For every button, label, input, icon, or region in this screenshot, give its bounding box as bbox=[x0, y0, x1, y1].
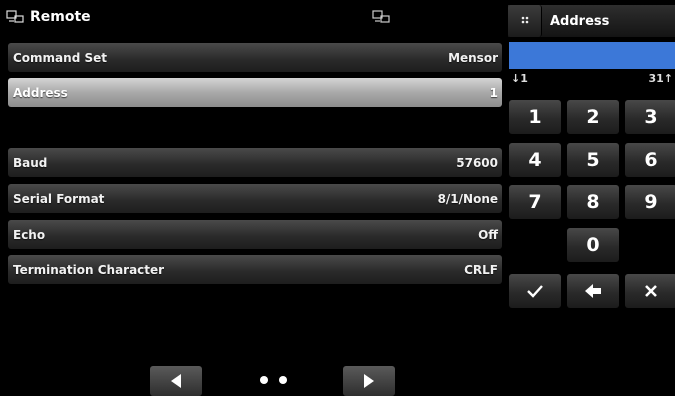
arrow-right-icon bbox=[364, 374, 374, 388]
checkmark-icon bbox=[527, 285, 543, 298]
key-7[interactable]: 7 bbox=[509, 185, 561, 219]
setting-row-address[interactable]: Address 1 bbox=[8, 78, 502, 107]
key-4[interactable]: 4 bbox=[509, 143, 561, 177]
setting-value: Off bbox=[478, 227, 498, 242]
setting-row-termination-character[interactable]: Termination Character CRLF bbox=[8, 255, 502, 284]
keypad-max: 31↑ bbox=[648, 72, 673, 85]
keypad-header: Address bbox=[508, 5, 675, 37]
back-arrow-icon bbox=[585, 284, 601, 298]
key-1[interactable]: 1 bbox=[509, 100, 561, 134]
page-title-text: Remote bbox=[30, 9, 91, 25]
key-3[interactable]: 3 bbox=[625, 100, 675, 134]
page-indicator-dot bbox=[260, 376, 268, 384]
keypad-min: ↓1 bbox=[511, 72, 528, 85]
setting-value: CRLF bbox=[464, 262, 498, 277]
setting-label: Command Set bbox=[13, 50, 107, 65]
arrow-left-icon bbox=[171, 374, 181, 388]
key-2[interactable]: 2 bbox=[567, 100, 619, 134]
drag-grip-icon[interactable] bbox=[508, 5, 542, 37]
remote-icon bbox=[6, 10, 24, 23]
key-0[interactable]: 0 bbox=[567, 228, 619, 262]
keypad-title: Address bbox=[550, 13, 610, 29]
setting-value: 1 bbox=[489, 85, 498, 100]
setting-row-baud[interactable]: Baud 57600 bbox=[8, 148, 502, 177]
setting-row-command-set[interactable]: Command Set Mensor bbox=[8, 43, 502, 72]
next-page-button[interactable] bbox=[343, 366, 395, 396]
setting-value: Mensor bbox=[448, 50, 498, 65]
confirm-button[interactable] bbox=[509, 274, 561, 308]
setting-label: Echo bbox=[13, 227, 46, 242]
setting-row-serial-format[interactable]: Serial Format 8/1/None bbox=[8, 184, 502, 213]
close-icon bbox=[645, 285, 657, 297]
remote-display-icon bbox=[372, 9, 390, 28]
keypad-range: ↓1 31↑ bbox=[508, 72, 675, 92]
cancel-button[interactable] bbox=[625, 274, 675, 308]
setting-value: 57600 bbox=[456, 155, 498, 170]
page-title: Remote bbox=[6, 6, 91, 28]
key-8[interactable]: 8 bbox=[567, 185, 619, 219]
setting-label: Address bbox=[13, 85, 68, 100]
key-9[interactable]: 9 bbox=[625, 185, 675, 219]
setting-label: Serial Format bbox=[13, 191, 105, 206]
keypad-input-field[interactable] bbox=[509, 42, 675, 69]
key-6[interactable]: 6 bbox=[625, 143, 675, 177]
setting-value: 8/1/None bbox=[437, 191, 498, 206]
page-indicator-dot bbox=[279, 376, 287, 384]
setting-label: Baud bbox=[13, 155, 48, 170]
backspace-button[interactable] bbox=[567, 274, 619, 308]
setting-row-echo[interactable]: Echo Off bbox=[8, 220, 502, 249]
setting-label: Termination Character bbox=[13, 262, 165, 277]
previous-page-button[interactable] bbox=[150, 366, 202, 396]
key-5[interactable]: 5 bbox=[567, 143, 619, 177]
